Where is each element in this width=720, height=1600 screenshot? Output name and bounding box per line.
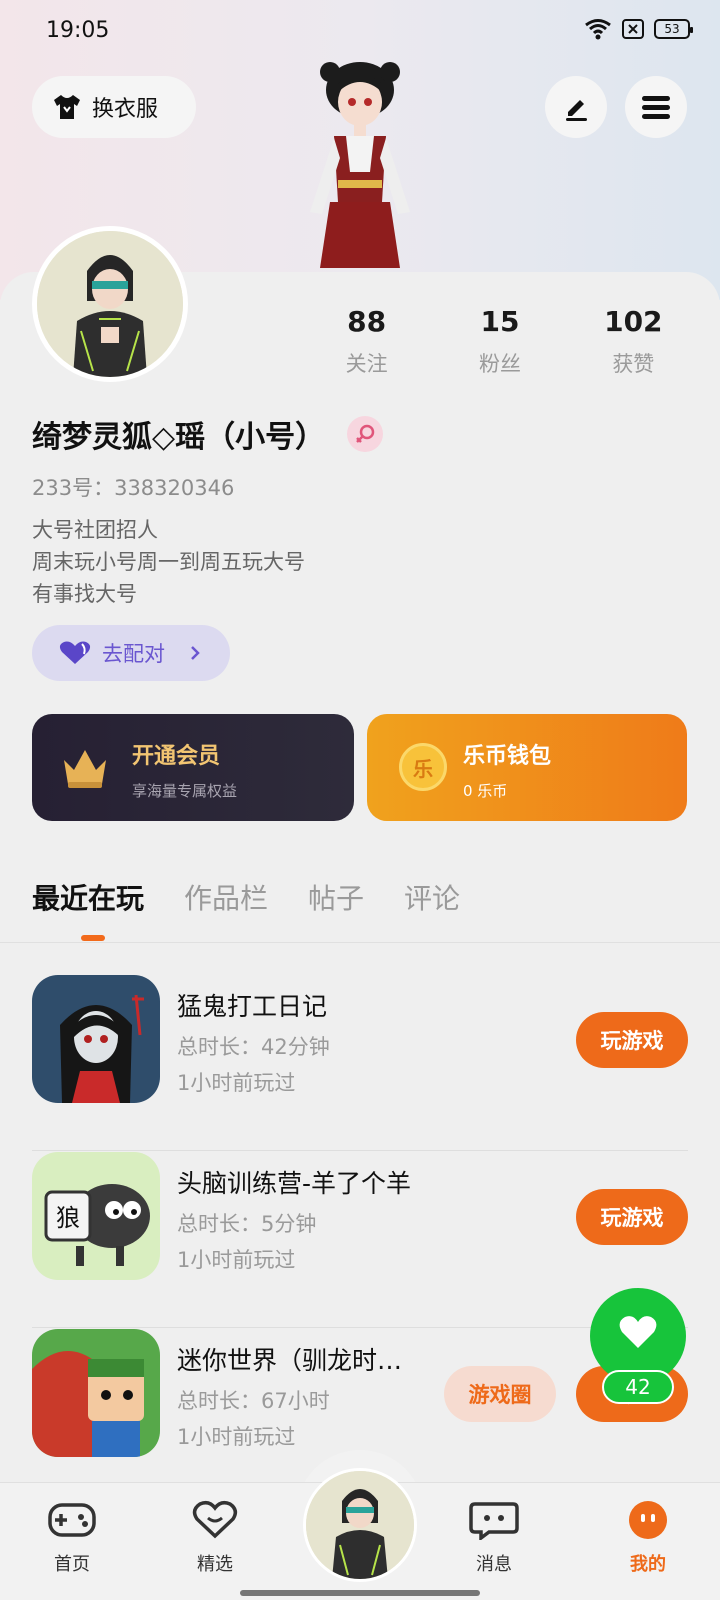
wallet-balance: 0 乐币 [463, 782, 508, 800]
stat-value: 102 [604, 305, 663, 338]
female-icon [347, 416, 384, 452]
stat-followers[interactable]: 15 粉丝 [433, 305, 566, 378]
row-divider [32, 1150, 688, 1151]
tab-comments[interactable]: 评论 [404, 877, 460, 917]
game-duration: 总时长：5分钟 [177, 1212, 317, 1236]
nav-messages[interactable]: 消息 [449, 1500, 539, 1576]
stat-following[interactable]: 88 关注 [300, 305, 433, 378]
nav-home-label: 首页 [54, 1554, 90, 1575]
vip-title: 开通会员 [132, 744, 221, 769]
match-button[interactable]: 去配对 [32, 625, 230, 681]
bio-line: 周末玩小号周一到周五玩大号 [32, 550, 305, 574]
stat-label: 关注 [345, 352, 388, 376]
game-circle-button[interactable]: 游戏圈 [444, 1366, 556, 1422]
nav-profile-label: 我的 [630, 1554, 666, 1575]
nav-featured[interactable]: 精选 [170, 1500, 260, 1576]
shirt-icon [54, 95, 80, 119]
avatar-image [37, 231, 183, 377]
chevron-right-icon [191, 646, 200, 660]
nav-home[interactable]: 首页 [27, 1500, 117, 1576]
bio-line: 有事找大号 [32, 582, 137, 606]
stat-value: 15 [480, 305, 520, 338]
chat-icon [469, 1502, 519, 1542]
pen-icon [566, 100, 587, 121]
battery-level: 53 [664, 22, 680, 36]
profile-avatar[interactable] [32, 226, 188, 382]
stat-likes[interactable]: 102 获赞 [567, 305, 700, 378]
gamepad-icon [48, 1503, 96, 1537]
match-label: 去配对 [102, 642, 165, 666]
stat-value: 88 [347, 305, 387, 338]
nav-featured-label: 精选 [197, 1554, 233, 1575]
sim-off-icon [622, 19, 644, 39]
stat-label: 获赞 [612, 352, 655, 376]
game-name: 迷你世界（驯龙时… [177, 1346, 403, 1375]
crown-icon [64, 750, 106, 788]
game-name: 猛鬼打工日记 [177, 992, 328, 1021]
menu-button[interactable] [625, 76, 687, 138]
heart-icon [619, 1316, 657, 1348]
status-bar: 19:05 53 [0, 0, 720, 64]
nickname: 绮梦灵狐◇瑶（小号） [32, 420, 326, 455]
stat-label: 粉丝 [478, 352, 521, 376]
tabs-divider [0, 942, 720, 943]
edit-profile-button[interactable] [545, 76, 607, 138]
avatar-3d-character[interactable] [290, 62, 430, 274]
game-last-played: 1小时前玩过 [177, 1071, 296, 1095]
game-icon: 狼 [32, 1152, 160, 1280]
change-outfit-label: 换衣服 [92, 97, 159, 122]
user-id: 233号：338320346 [32, 476, 235, 500]
game-list-item[interactable]: 狼 头脑训练营-羊了个羊 总时长：5分钟 1小时前玩过 玩游戏 [32, 1152, 688, 1328]
tab-indicator [81, 935, 105, 941]
game-duration: 总时长：42分钟 [177, 1035, 330, 1059]
content-tabs: 最近在玩 作品栏 帖子 评论 [32, 877, 460, 917]
vip-subtitle: 享海量专属权益 [132, 782, 238, 800]
change-outfit-button[interactable]: 换衣服 [32, 76, 196, 138]
status-icons: 53 [584, 18, 693, 40]
wallet-card[interactable]: 乐 乐币钱包 0 乐币 [367, 714, 687, 821]
wallet-title: 乐币钱包 [463, 744, 552, 769]
home-indicator[interactable] [240, 1590, 480, 1596]
game-last-played: 1小时前玩过 [177, 1425, 296, 1449]
floating-like-count: 42 [602, 1370, 674, 1404]
avatar-image [306, 1471, 414, 1579]
status-time: 19:05 [46, 18, 110, 43]
bio: 大号社团招人 周末玩小号周一到周五玩大号 有事找大号 [32, 514, 305, 610]
coin-glyph: 乐 [413, 756, 433, 781]
tab-works[interactable]: 作品栏 [184, 877, 268, 917]
menu-icon [642, 96, 670, 119]
game-icon [32, 1329, 160, 1457]
nav-avatar-button[interactable] [303, 1468, 417, 1582]
game-icon [32, 975, 160, 1103]
game-last-played: 1小时前玩过 [177, 1248, 296, 1272]
heart-icon [59, 641, 91, 664]
nickname-row: 绮梦灵狐◇瑶（小号） [32, 412, 384, 456]
tab-posts[interactable]: 帖子 [308, 877, 364, 917]
vip-card[interactable]: 开通会员 享海量专属权益 [32, 714, 354, 821]
game-list-item[interactable]: 猛鬼打工日记 总时长：42分钟 1小时前玩过 玩游戏 [32, 975, 688, 1151]
wifi-icon [585, 19, 611, 40]
heart-outline-icon [192, 1500, 238, 1539]
play-game-button[interactable]: 玩游戏 [576, 1189, 688, 1245]
nav-messages-label: 消息 [476, 1554, 512, 1575]
bio-line: 大号社团招人 [32, 518, 158, 542]
tab-recent-games[interactable]: 最近在玩 [32, 877, 144, 917]
profile-face-icon [629, 1501, 667, 1539]
play-game-button[interactable]: 玩游戏 [576, 1012, 688, 1068]
stats-row: 88 关注 15 粉丝 102 获赞 [300, 305, 700, 378]
coin-icon: 乐 [399, 743, 447, 791]
nav-profile[interactable]: 我的 [603, 1500, 693, 1576]
game-duration: 总时长：67小时 [177, 1389, 330, 1413]
game-icon-text: 狼 [56, 1204, 80, 1232]
game-name: 头脑训练营-羊了个羊 [177, 1169, 412, 1198]
battery-icon: 53 [654, 19, 693, 39]
